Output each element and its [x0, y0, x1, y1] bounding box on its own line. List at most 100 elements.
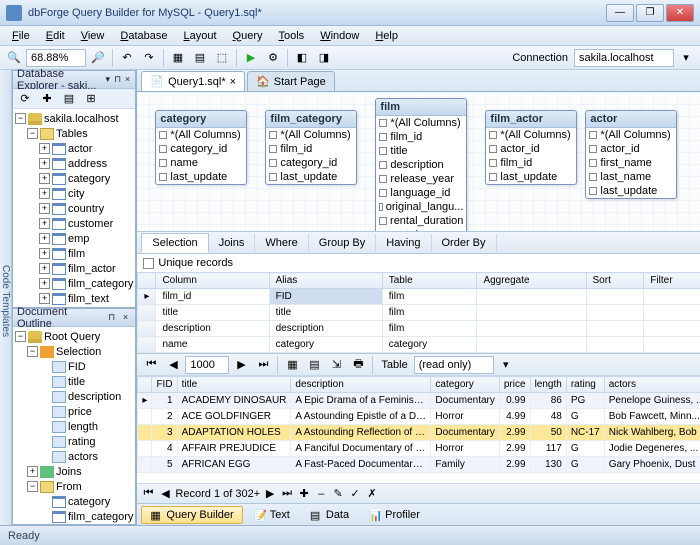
- menu-edit[interactable]: Edit: [38, 28, 73, 44]
- menu-query[interactable]: Query: [225, 28, 271, 44]
- outline-from-category[interactable]: category: [15, 494, 133, 509]
- first-icon[interactable]: ⏮: [141, 355, 161, 375]
- tree-table-film_category[interactable]: +film_category: [15, 276, 133, 291]
- tb-icon[interactable]: ⬚: [212, 48, 232, 68]
- close-button[interactable]: ✕: [666, 4, 694, 22]
- outline-col-rating[interactable]: rating: [15, 434, 133, 449]
- nav-prev-icon[interactable]: ◀: [158, 487, 172, 500]
- dropdown-icon[interactable]: ▾: [496, 355, 516, 375]
- menu-file[interactable]: File: [4, 28, 38, 44]
- grid-icon[interactable]: ▦: [282, 355, 302, 375]
- nav-edit-icon[interactable]: ✎: [331, 487, 345, 500]
- menu-database[interactable]: Database: [112, 28, 175, 44]
- tree-table-customer[interactable]: +customer: [15, 216, 133, 231]
- print-icon[interactable]: 🖶: [348, 355, 368, 375]
- nav-ok-icon[interactable]: ✓: [348, 487, 362, 500]
- undo-icon[interactable]: ↶: [117, 48, 137, 68]
- nav-del-icon[interactable]: –: [314, 488, 328, 500]
- panel-pin-icon[interactable]: ⊓: [106, 312, 118, 324]
- filter-icon[interactable]: ▤: [59, 89, 79, 109]
- query-diagram[interactable]: category*(All Columns)category_idnamelas…: [137, 92, 700, 232]
- tree-tables-folder[interactable]: −Tables: [15, 126, 133, 141]
- tree-table-actor[interactable]: +actor: [15, 141, 133, 156]
- qtab-group-by[interactable]: Group By: [309, 234, 376, 252]
- tree-table-city[interactable]: +city: [15, 186, 133, 201]
- tree-table-emp[interactable]: +emp: [15, 231, 133, 246]
- nav-add-icon[interactable]: ✚: [297, 487, 311, 500]
- menu-help[interactable]: Help: [367, 28, 406, 44]
- nav-next-icon[interactable]: ▶: [263, 487, 277, 500]
- tree-table-film[interactable]: +film: [15, 246, 133, 261]
- new-icon[interactable]: ✚: [37, 89, 57, 109]
- db-tree[interactable]: −sakila.localhost−Tables+actor+address+c…: [13, 109, 135, 307]
- prev-icon[interactable]: ◀: [163, 355, 183, 375]
- panel-close-icon[interactable]: ×: [124, 74, 132, 86]
- zoom-input[interactable]: 68.88%: [26, 49, 86, 67]
- entity-category[interactable]: category*(All Columns)category_idnamelas…: [155, 110, 247, 185]
- next-icon[interactable]: ▶: [231, 355, 251, 375]
- outline-joins[interactable]: +Joins: [15, 464, 133, 479]
- entity-film[interactable]: film*(All Columns)film_idtitledescriptio…: [375, 98, 467, 232]
- qtab-joins[interactable]: Joins: [209, 234, 256, 252]
- entity-film_actor[interactable]: film_actor*(All Columns)actor_idfilm_idl…: [485, 110, 577, 185]
- minimize-button[interactable]: —: [606, 4, 634, 22]
- qtab-order-by[interactable]: Order By: [432, 234, 497, 252]
- tree-table-address[interactable]: +address: [15, 156, 133, 171]
- entity-film_category[interactable]: film_category*(All Columns)film_idcatego…: [265, 110, 357, 185]
- viewtab-query-builder[interactable]: ▦Query Builder: [141, 506, 242, 524]
- nav-cancel-icon[interactable]: ✗: [365, 487, 379, 500]
- outline-from-film_category[interactable]: film_category: [15, 509, 133, 524]
- tab-query1[interactable]: 📄 Query1.sql* ×: [141, 71, 245, 91]
- redo-icon[interactable]: ↷: [139, 48, 159, 68]
- zoom-in-icon[interactable]: 🔎: [88, 48, 108, 68]
- outline-col-actors[interactable]: actors: [15, 449, 133, 464]
- outline-col-FID[interactable]: FID: [15, 359, 133, 374]
- refresh-icon[interactable]: ⟳: [15, 89, 35, 109]
- tree-table-film_text[interactable]: +film_text: [15, 291, 133, 306]
- unique-checkbox[interactable]: [143, 258, 154, 269]
- results-grid[interactable]: FIDtitledescriptioncategorypricelengthra…: [137, 376, 700, 483]
- viewtab-text[interactable]: 📝Text: [245, 506, 299, 524]
- tree-table-category[interactable]: +category: [15, 171, 133, 186]
- tab-close-icon[interactable]: ×: [230, 76, 236, 88]
- panel-menu-icon[interactable]: ▾: [104, 74, 112, 86]
- card-icon[interactable]: ▤: [304, 355, 324, 375]
- export-icon[interactable]: ⇲: [326, 355, 346, 375]
- menu-view[interactable]: View: [73, 28, 113, 44]
- outline-col-description[interactable]: description: [15, 389, 133, 404]
- last-icon[interactable]: ⏭: [253, 355, 273, 375]
- maximize-button[interactable]: ❐: [636, 4, 664, 22]
- outline-col-title[interactable]: title: [15, 374, 133, 389]
- outline-col-price[interactable]: price: [15, 404, 133, 419]
- entity-actor[interactable]: actor*(All Columns)actor_idfirst_namelas…: [585, 110, 677, 199]
- menu-layout[interactable]: Layout: [175, 28, 224, 44]
- nav-first-icon[interactable]: ⏮: [141, 487, 155, 500]
- outline-from[interactable]: −From: [15, 479, 133, 494]
- selection-grid[interactable]: ColumnAliasTableAggregateSortFilter▸film…: [137, 272, 700, 353]
- panel-close-icon[interactable]: ×: [120, 312, 132, 324]
- outline-tree[interactable]: −Root Query−SelectionFIDtitledescription…: [13, 327, 135, 524]
- tab-startpage[interactable]: 🏠 Start Page: [247, 71, 335, 91]
- menu-tools[interactable]: Tools: [271, 28, 313, 44]
- tree-table-country[interactable]: +country: [15, 201, 133, 216]
- outline-selection[interactable]: −Selection: [15, 344, 133, 359]
- viewtab-data[interactable]: ▤Data: [301, 506, 358, 524]
- run-icon[interactable]: ▶: [241, 48, 261, 68]
- zoom-out-icon[interactable]: 🔍: [4, 48, 24, 68]
- qtab-having[interactable]: Having: [376, 234, 431, 252]
- menu-window[interactable]: Window: [312, 28, 367, 44]
- tree-table-film_actor[interactable]: +film_actor: [15, 261, 133, 276]
- panel-pin-icon[interactable]: ⊓: [114, 74, 122, 86]
- connection-select[interactable]: sakila.localhost: [574, 49, 674, 67]
- viewtab-profiler[interactable]: 📊Profiler: [360, 506, 429, 524]
- tree-connection[interactable]: −sakila.localhost: [15, 111, 133, 126]
- outline-root[interactable]: −Root Query: [15, 329, 133, 344]
- qtab-where[interactable]: Where: [255, 234, 308, 252]
- tb-icon[interactable]: ⚙: [263, 48, 283, 68]
- tb-icon[interactable]: ▤: [190, 48, 210, 68]
- dropdown-icon[interactable]: ▾: [676, 48, 696, 68]
- tb-icon[interactable]: ◨: [314, 48, 334, 68]
- tb-icon[interactable]: ▦: [168, 48, 188, 68]
- tb-icon[interactable]: ◧: [292, 48, 312, 68]
- qtab-selection[interactable]: Selection: [141, 233, 208, 253]
